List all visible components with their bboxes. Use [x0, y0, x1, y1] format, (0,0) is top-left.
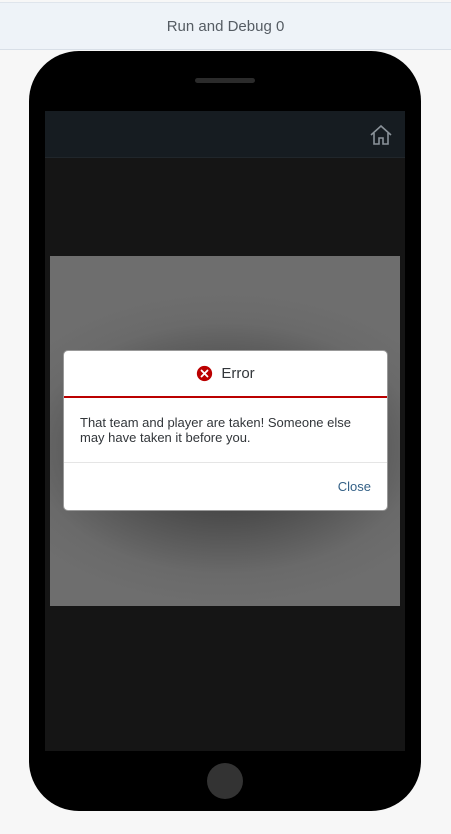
app-title: Run and Debug 0 [166, 17, 285, 35]
dialog-title: Error [221, 365, 255, 382]
phone-speaker [195, 78, 255, 83]
error-dialog: Error That team and player are taken! So… [63, 350, 388, 511]
dialog-footer: Close [64, 463, 387, 510]
phone-home-button[interactable] [207, 763, 243, 799]
app-header [45, 111, 405, 158]
home-icon[interactable] [369, 123, 393, 147]
error-icon [197, 365, 213, 382]
dialog-header: Error [64, 351, 387, 398]
app-title-bar: Run and Debug 0 [0, 2, 451, 50]
close-button[interactable]: Close [338, 479, 371, 494]
dialog-message: That team and player are taken! Someone … [64, 398, 387, 463]
phone-screen: Error That team and player are taken! So… [45, 111, 405, 751]
phone-frame: Error That team and player are taken! So… [29, 51, 421, 811]
